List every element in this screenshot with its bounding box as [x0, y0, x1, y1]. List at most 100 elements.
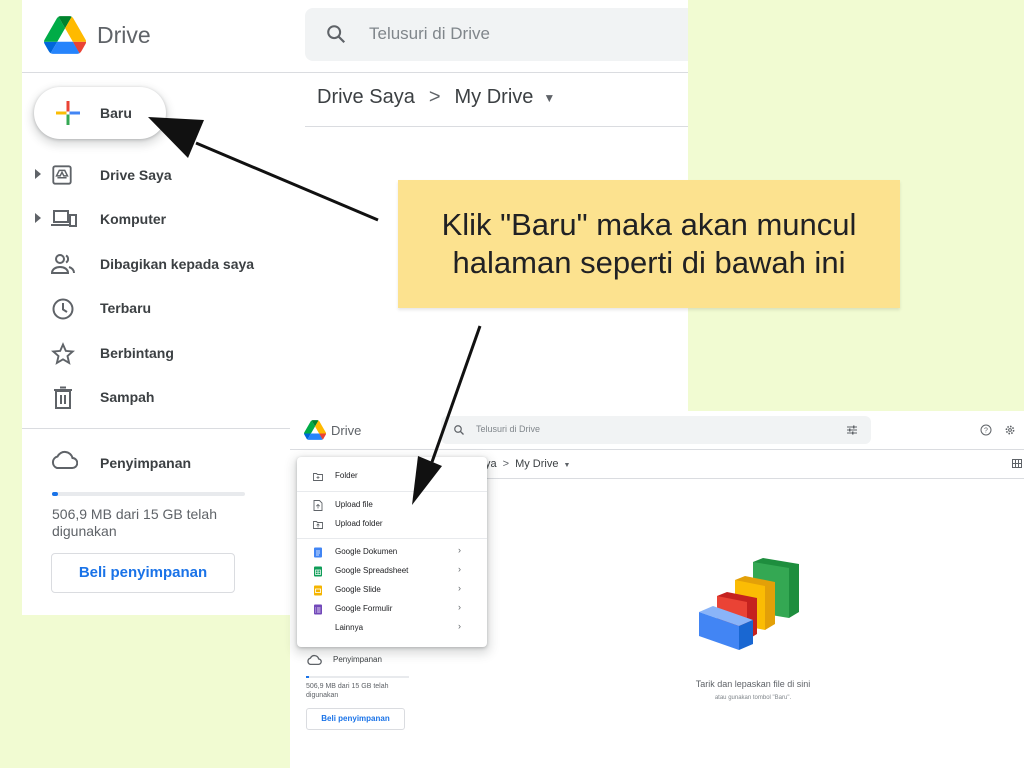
cloud-icon [307, 654, 322, 666]
app-name: Drive [331, 423, 362, 438]
star-icon [51, 342, 75, 365]
menu-item-label: Lainnya [335, 623, 364, 632]
breadcrumb-current[interactable]: My Drive [515, 458, 558, 470]
nav-item-label: Sampah [100, 389, 155, 405]
storage-usage-text: 506,9 MB dari 15 GB telah digunakan [306, 683, 389, 699]
breadcrumb-current[interactable]: My Drive [455, 86, 534, 109]
search-icon [454, 425, 464, 435]
menu-item-more[interactable]: Lainnya › [297, 619, 487, 638]
chevron-right-icon: › [458, 545, 461, 555]
storage-bar [52, 492, 245, 496]
help-icon[interactable]: ? [980, 424, 992, 436]
storage-bar-fill [306, 676, 309, 678]
new-folder-icon [313, 473, 323, 481]
chevron-right-icon: › [458, 564, 461, 574]
upload-folder-icon [313, 521, 323, 529]
nav-item-komputer[interactable]: Komputer [22, 200, 302, 240]
nav-item-label: Dibagikan kepada saya [100, 256, 255, 272]
empty-folders-illustration-icon [699, 558, 799, 650]
empty-state-subtitle: atau gunakan tombol "Baru". [714, 695, 792, 701]
new-dropdown-menu: Folder Upload file Upload folder Google … [297, 457, 487, 647]
callout-line-1: Klik "Baru" maka akan muncul [441, 207, 857, 242]
chevron-down-icon[interactable]: ▼ [543, 91, 555, 105]
sheets-icon [314, 566, 322, 577]
nav-item-sampah[interactable]: Sampah [22, 378, 302, 418]
nav-item-terbaru[interactable]: Terbaru [22, 289, 302, 329]
breadcrumb-root[interactable]: Drive Saya [317, 86, 415, 109]
menu-divider [297, 491, 487, 492]
buy-storage-button[interactable]: Beli penyimpanan [51, 553, 235, 593]
gear-icon[interactable] [1004, 424, 1016, 436]
cloud-icon [51, 450, 78, 469]
nav-item-berbintang[interactable]: Berbintang [22, 334, 302, 374]
upload-file-icon [313, 500, 323, 511]
instruction-callout: Klik "Baru" maka akan muncul halaman sep… [398, 180, 900, 308]
nav-item-shared[interactable]: Dibagikan kepada saya [22, 245, 302, 285]
forms-icon [314, 604, 322, 615]
divider [305, 126, 688, 127]
nav-item-label: Terbaru [100, 300, 152, 316]
divider [22, 428, 302, 429]
buy-storage-button[interactable]: Beli penyimpanan [306, 708, 405, 730]
storage-label[interactable]: Penyimpanan [100, 455, 191, 471]
nav-item-label: Berbintang [100, 345, 174, 361]
nav-item-label: Komputer [100, 211, 167, 227]
storage-label[interactable]: Penyimpanan [333, 655, 382, 664]
menu-item-upload-folder[interactable]: Upload folder [297, 515, 487, 534]
storage-bar-fill [52, 492, 58, 496]
divider [440, 478, 1024, 479]
nav-item-drive-saya[interactable]: Drive Saya [22, 156, 302, 196]
drive-logo-icon [304, 420, 326, 440]
computer-icon [51, 210, 77, 227]
expand-arrow-icon[interactable] [35, 169, 41, 179]
breadcrumb-separator: > [428, 86, 441, 108]
shared-people-icon [51, 254, 75, 274]
menu-item-upload-file[interactable]: Upload file [297, 496, 487, 515]
slides-icon [314, 585, 322, 596]
menu-item-label: Upload folder [335, 519, 383, 528]
clock-icon [52, 298, 74, 320]
breadcrumb: Drive Saya > My Drive ▼ [317, 86, 555, 109]
search-placeholder: Telusuri di Drive [476, 424, 541, 434]
svg-text:?: ? [984, 428, 988, 435]
menu-item-google-forms[interactable]: Google Formulir › [297, 600, 487, 619]
search-bar[interactable]: Telusuri di Drive [441, 416, 871, 444]
drive-logo-icon [44, 16, 86, 54]
menu-item-label: Google Spreadsheet [335, 566, 409, 575]
app-name: Drive [97, 22, 151, 48]
menu-item-label: Folder [335, 471, 358, 480]
divider [290, 449, 1024, 450]
docs-icon [314, 547, 322, 558]
breadcrumb: ya > My Drive ▼ [485, 458, 570, 470]
chevron-right-icon: › [458, 602, 461, 612]
menu-item-label: Upload file [335, 500, 373, 509]
new-button[interactable]: Baru [34, 87, 166, 139]
chevron-right-icon: › [458, 621, 461, 631]
expand-arrow-icon[interactable] [35, 213, 41, 223]
menu-item-folder[interactable]: Folder [297, 467, 487, 486]
menu-item-google-slides[interactable]: Google Slide › [297, 581, 487, 600]
menu-item-google-docs[interactable]: Google Dokumen › [297, 543, 487, 562]
breadcrumb-separator: > [502, 458, 510, 470]
plus-icon [56, 101, 80, 125]
search-icon [327, 25, 346, 44]
storage-usage-text: 506,9 MB dari 15 GB telah digunakan [52, 506, 217, 539]
callout-line-2: halaman seperti di bawah ini [452, 245, 846, 280]
search-bar[interactable]: Telusuri di Drive [305, 8, 688, 61]
new-button-label: Baru [100, 105, 132, 121]
menu-item-label: Google Slide [335, 585, 381, 594]
nav-item-label: Drive Saya [100, 167, 172, 183]
trash-icon [54, 386, 72, 409]
chevron-right-icon: › [458, 583, 461, 593]
chevron-down-icon[interactable]: ▼ [563, 462, 570, 469]
drive-icon [52, 165, 72, 185]
search-options-icon[interactable] [846, 424, 858, 436]
menu-item-label: Google Formulir [335, 604, 393, 613]
menu-divider [297, 538, 487, 539]
storage-bar [306, 676, 409, 678]
menu-item-google-sheets[interactable]: Google Spreadsheet › [297, 562, 487, 581]
search-placeholder: Telusuri di Drive [369, 24, 490, 43]
grid-view-icon[interactable] [1012, 459, 1022, 468]
empty-state-title: Tarik dan lepaskan file di sini [695, 679, 811, 689]
divider [22, 72, 688, 73]
